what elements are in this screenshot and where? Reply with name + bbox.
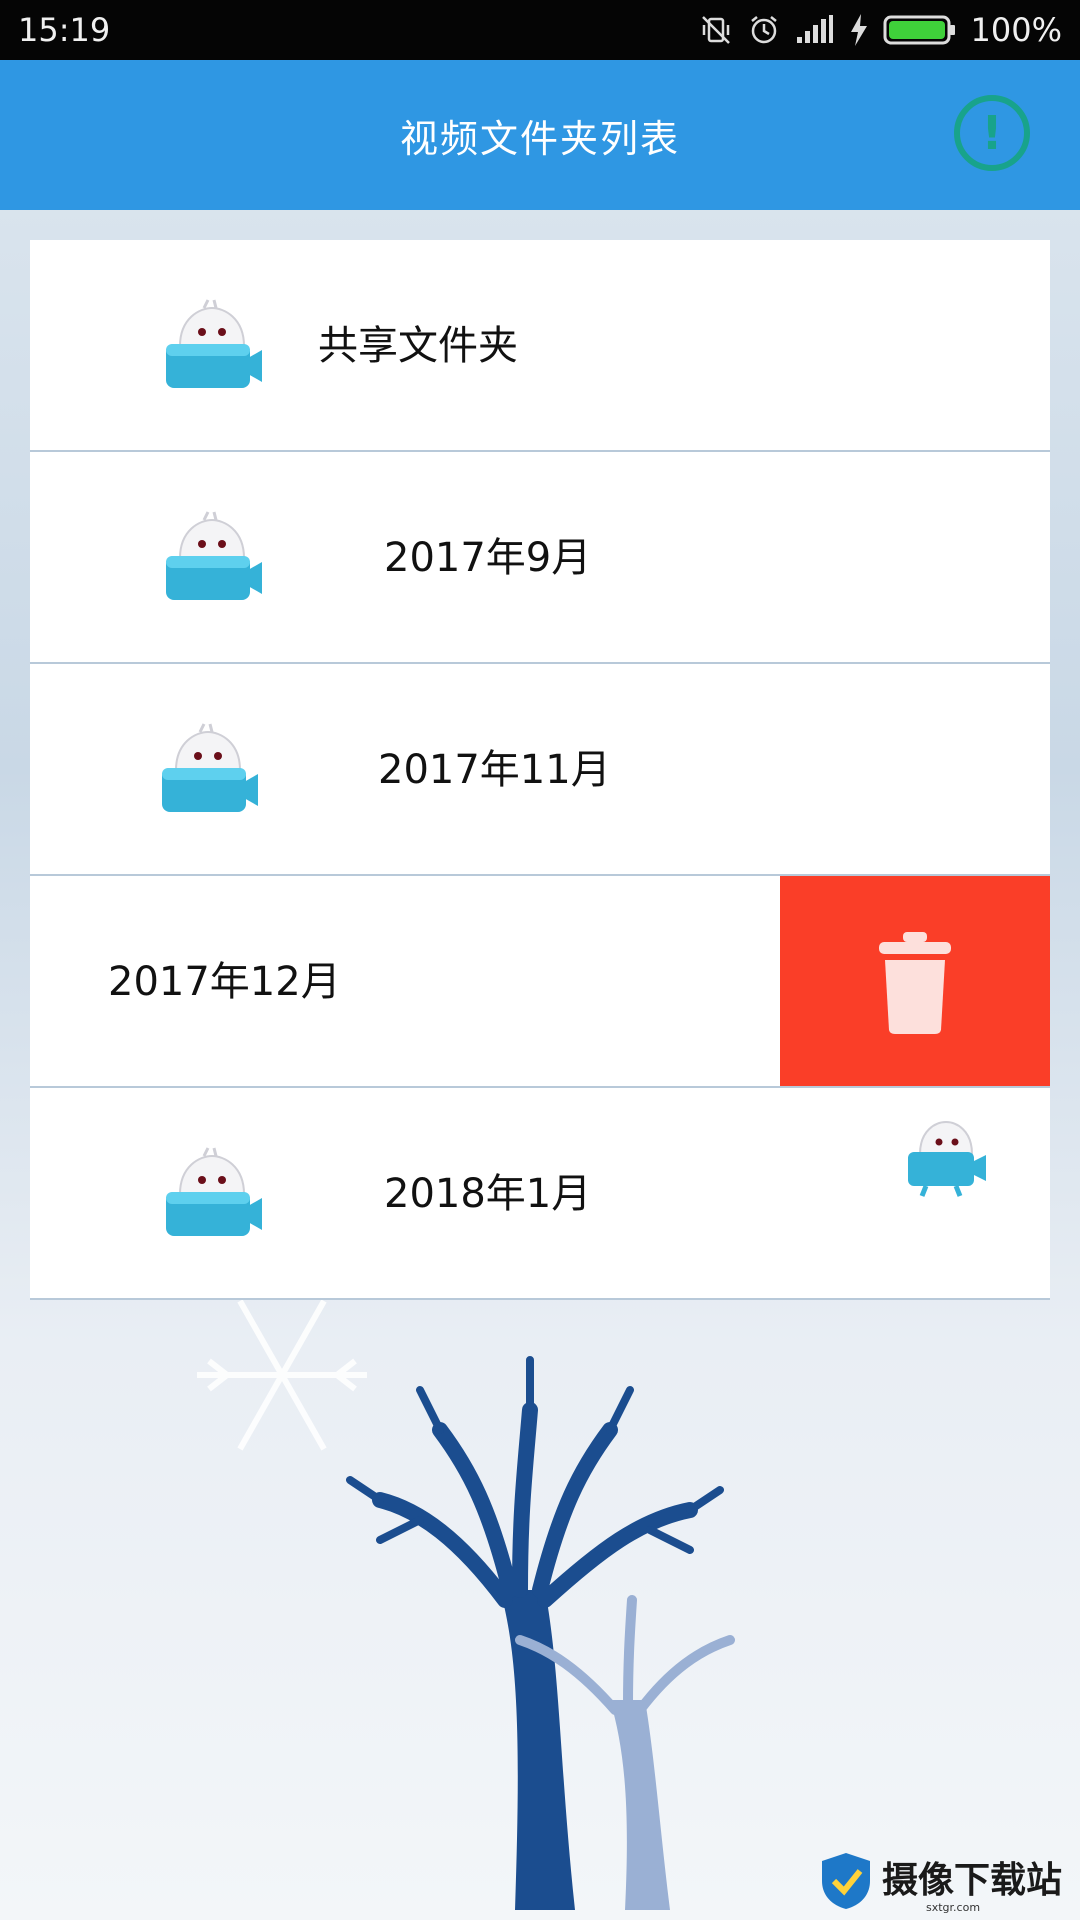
delete-button[interactable]: [780, 876, 1050, 1086]
folder-row[interactable]: 2017年11月: [30, 664, 1050, 876]
folder-row[interactable]: 2018年1月: [30, 1088, 1050, 1300]
snowflake-decoration: [197, 1299, 367, 1451]
folder-label: 2017年12月: [108, 959, 341, 1005]
signal-icon: [796, 15, 833, 43]
folder-label: 2018年1月: [384, 1171, 592, 1217]
page-title: 视频文件夹列表: [399, 116, 680, 161]
folder-row-swiped[interactable]: 2017年12月: [30, 876, 1050, 1088]
folder-label: 共享文件夹: [318, 323, 518, 369]
folder-label: 2017年11月: [378, 747, 611, 793]
vibrate-off-icon: [701, 16, 730, 44]
folder-list: 共享文件夹 2017年9月 2017年11月 2017年12月 2018年1月: [30, 240, 1050, 1300]
trash-icon: [879, 932, 951, 1034]
status-time: 15:19: [18, 11, 111, 49]
battery-icon: [883, 15, 955, 45]
status-bar: 15:19 100%: [0, 0, 1080, 60]
info-exclamation-icon: !: [981, 106, 1003, 160]
alarm-icon: [750, 16, 777, 44]
battery-percent: 100%: [970, 11, 1062, 49]
video-camera-mascot-icon: [166, 1147, 262, 1236]
video-camera-mascot-icon: [162, 723, 258, 812]
watermark-sub: sxtgr.com: [926, 1901, 981, 1914]
tree-decoration: [346, 1356, 735, 1910]
watermark: 摄像下载站 sxtgr.com: [818, 1846, 1068, 1916]
shield-logo-icon: [822, 1853, 870, 1909]
video-camera-mascot-icon: [166, 299, 262, 388]
video-camera-mascot-icon: [908, 1120, 986, 1197]
folder-row[interactable]: 2017年9月: [30, 452, 1050, 664]
folder-label: 2017年9月: [384, 535, 592, 581]
watermark-text: 摄像下载站: [882, 1860, 1063, 1901]
video-camera-mascot-icon: [166, 511, 262, 600]
info-button[interactable]: !: [954, 95, 1030, 171]
app-bar: 视频文件夹列表 !: [0, 60, 1080, 210]
charging-icon: [850, 14, 867, 46]
folder-row[interactable]: 共享文件夹: [30, 240, 1050, 452]
status-icons: 100%: [699, 11, 1062, 49]
